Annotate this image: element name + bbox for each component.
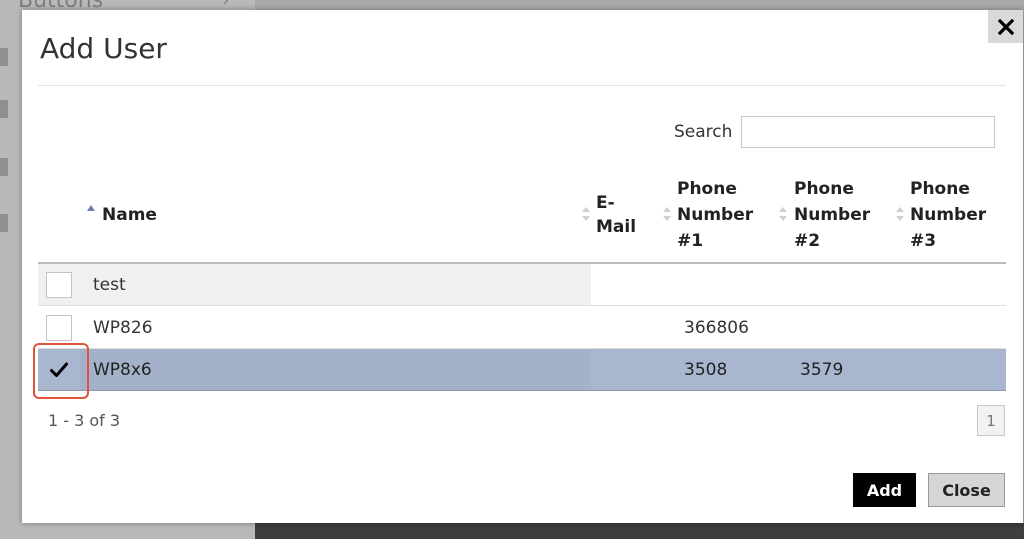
close-x-icon [997, 18, 1014, 35]
column-header-phone1-line: #1 [677, 231, 704, 251]
row-checkbox[interactable] [46, 315, 72, 341]
name-cell-background [80, 349, 591, 390]
sort-unsorted-icon [779, 207, 787, 221]
name-cell-background [80, 264, 591, 305]
cell-phone1: 3508 [684, 359, 728, 380]
column-header-name-label: Name [102, 205, 157, 225]
background-marker [0, 214, 8, 232]
dialog-title: Add User [40, 32, 167, 65]
sort-unsorted-icon [896, 207, 904, 221]
add-button[interactable]: Add [853, 473, 916, 507]
search-input[interactable] [741, 116, 995, 148]
column-header-phone2-line: Number [794, 205, 871, 225]
pager-info: 1 - 3 of 3 [48, 411, 121, 430]
sort-unsorted-icon [582, 207, 590, 221]
cell-name: WP8x6 [93, 359, 152, 380]
background-marker [0, 48, 8, 66]
column-header-phone1-line: Number [677, 205, 754, 225]
column-header-phone1-line: Phone [677, 179, 737, 199]
sort-ascending-icon [87, 205, 95, 211]
column-header-phone3-line: #3 [910, 231, 937, 251]
title-divider [38, 85, 1006, 86]
cell-name: WP826 [93, 317, 153, 338]
column-header-email-line: E- [596, 193, 615, 213]
search-label: Search [674, 122, 733, 142]
table-row[interactable]: test [38, 264, 1006, 306]
column-header-phone3-line: Number [910, 205, 987, 225]
background-marker [0, 100, 8, 118]
selection-highlight-outline [33, 343, 89, 399]
cell-phone2: 3579 [800, 359, 844, 380]
sort-unsorted-icon [663, 207, 671, 221]
column-header-phone2-line: Phone [794, 179, 854, 199]
close-dialog-button[interactable] [988, 10, 1023, 43]
row-checkbox[interactable] [46, 272, 72, 298]
background-bottom-bar [255, 523, 1024, 539]
row-select-cell [38, 264, 80, 305]
column-header-phone2-line: #2 [794, 231, 821, 251]
name-cell-background [80, 307, 591, 348]
table-row[interactable]: WP826 366806 [38, 307, 1006, 349]
cell-phone1: 366806 [684, 317, 749, 338]
close-button[interactable]: Close [928, 473, 1005, 507]
add-user-dialog: Add User Search Name E- Mail Phone Numbe… [22, 10, 1023, 523]
row-select-cell [38, 307, 80, 348]
table-row-selected[interactable]: WP8x6 3508 3579 [38, 349, 1006, 391]
background-marker [0, 158, 8, 176]
cell-name: test [93, 274, 126, 295]
column-header-phone3-line: Phone [910, 179, 970, 199]
page-button-1[interactable]: 1 [977, 405, 1005, 436]
column-header-email-line: Mail [596, 217, 637, 237]
